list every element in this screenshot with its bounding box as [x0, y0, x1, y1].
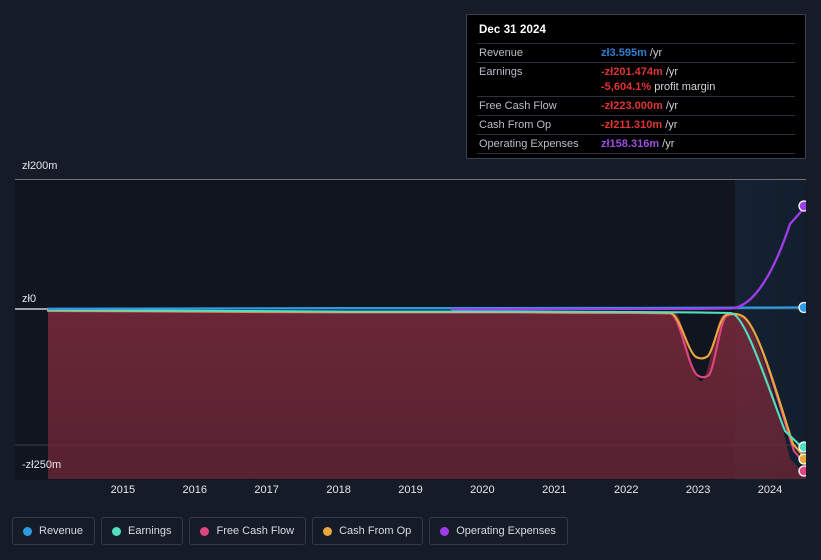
- tooltip-row-value: zł158.316m /yr: [599, 134, 795, 154]
- negative-area-fill: [48, 311, 806, 479]
- tooltip-value-number: -zł211.310m: [601, 119, 663, 131]
- x-axis-tick-2024: 2024: [757, 484, 783, 496]
- tooltip-value-unit: /yr: [659, 138, 675, 150]
- tooltip-value-number: zł158.316m: [601, 138, 660, 150]
- tooltip-row: Cash From Op -zł211.310m /yr: [477, 115, 795, 135]
- x-axis-tick-2023: 2023: [685, 484, 711, 496]
- tooltip-row-value: zł3.595m /yr: [599, 43, 795, 63]
- tooltip-row-value: -5,604.1% profit margin: [599, 81, 795, 97]
- tooltip-table: Revenue zł3.595m /yr Earnings -zł201.474m /…: [477, 43, 795, 154]
- x-axis-tick-2019: 2019: [398, 484, 423, 496]
- chart-plot-area: [15, 179, 810, 480]
- legend-item-label: Free Cash Flow: [216, 525, 295, 537]
- tooltip-row: Operating Expenses zł158.316m /yr: [477, 134, 795, 154]
- endpoint-marker-revenue: [798, 301, 810, 314]
- tooltip-value-unit: /yr: [662, 66, 679, 78]
- tooltip-row-label: Operating Expenses: [477, 134, 599, 154]
- tooltip-value-unit: profit margin: [651, 81, 716, 93]
- tooltip-value-unit: /yr: [646, 47, 663, 59]
- tooltip-value-number: -zł201.474m: [601, 66, 663, 78]
- legend-item-revenue[interactable]: Revenue: [12, 517, 96, 545]
- endpoint-marker-operating-expenses: [798, 200, 810, 212]
- x-axis-tick-2017: 2017: [254, 484, 279, 496]
- endpoint-marker-free-cash-flow: [798, 465, 810, 477]
- tooltip-value-unit: /yr: [662, 100, 679, 112]
- y-axis-label-top: zł200m: [22, 160, 58, 172]
- x-axis-tick-2022: 2022: [613, 484, 639, 496]
- x-axis-tick-2015: 2015: [110, 484, 136, 496]
- tooltip-date: Dec 31 2024: [479, 24, 546, 36]
- x-axis-tick-2020: 2020: [470, 484, 495, 496]
- legend-color-dot-icon: [23, 526, 32, 536]
- tooltip-row-label: Earnings: [477, 62, 599, 81]
- tooltip-row-label: Free Cash Flow: [477, 96, 599, 116]
- chart-legend: Revenue Earnings Free Cash Flow Cash From O…: [12, 517, 568, 545]
- tooltip-row-label: [477, 81, 599, 97]
- tooltip-row-value: -zł201.474m /yr: [599, 62, 795, 81]
- legend-item-earnings[interactable]: Earnings: [101, 517, 184, 545]
- y-axis-label-bottom: -zł250m: [22, 459, 62, 471]
- tooltip-row-label: Revenue: [477, 43, 599, 63]
- tooltip-row-label: Cash From Op: [477, 115, 599, 135]
- tooltip-row: -5,604.1% profit margin: [477, 81, 795, 97]
- x-axis-tick-2018: 2018: [326, 484, 351, 496]
- tooltip-value-number: -5,604.1%: [601, 81, 652, 93]
- legend-item-label: Earnings: [128, 525, 172, 537]
- financial-line-chart: [15, 179, 810, 480]
- legend-item-free-cash-flow[interactable]: Free Cash Flow: [189, 517, 307, 545]
- legend-color-dot-icon: [323, 526, 333, 536]
- legend-item-operating-expenses[interactable]: Operating Expenses: [429, 517, 568, 545]
- x-axis: 2015 2016 2017 2018 2019 2020 2021 2022 2023 2024: [15, 480, 806, 504]
- endpoint-marker-earnings: [798, 441, 810, 453]
- tooltip-value-number: -zł223.000m: [601, 100, 663, 112]
- tooltip-row-value: -zł223.000m /yr: [599, 96, 795, 116]
- legend-item-cash-from-op[interactable]: Cash From Op: [312, 517, 424, 545]
- legend-color-dot-icon: [200, 526, 210, 536]
- zero-axis-tick: [15, 308, 48, 310]
- legend-item-label: Operating Expenses: [456, 525, 556, 537]
- tooltip-row: Free Cash Flow -zł223.000m /yr: [477, 96, 795, 116]
- x-axis-tick-2021: 2021: [542, 484, 567, 496]
- tooltip-row-value: -zł211.310m /yr: [599, 115, 795, 135]
- y-axis-label-zero: zł0: [22, 293, 37, 305]
- endpoint-marker-cash-from-op: [798, 453, 810, 465]
- tooltip-value-unit: /yr: [662, 119, 678, 131]
- legend-color-dot-icon: [112, 526, 122, 536]
- legend-item-label: Cash From Op: [339, 525, 412, 537]
- tooltip-row: Revenue zł3.595m /yr: [477, 43, 795, 63]
- chart-tooltip: Dec 31 2024 Revenue zł3.595m /yr Earnings -…: [466, 14, 806, 159]
- x-axis-tick-2016: 2016: [182, 484, 208, 496]
- legend-item-label: Revenue: [39, 525, 84, 537]
- tooltip-value-number: zł3.595m: [601, 47, 647, 59]
- tooltip-row: Earnings -zł201.474m /yr: [477, 62, 795, 81]
- legend-color-dot-icon: [440, 526, 450, 536]
